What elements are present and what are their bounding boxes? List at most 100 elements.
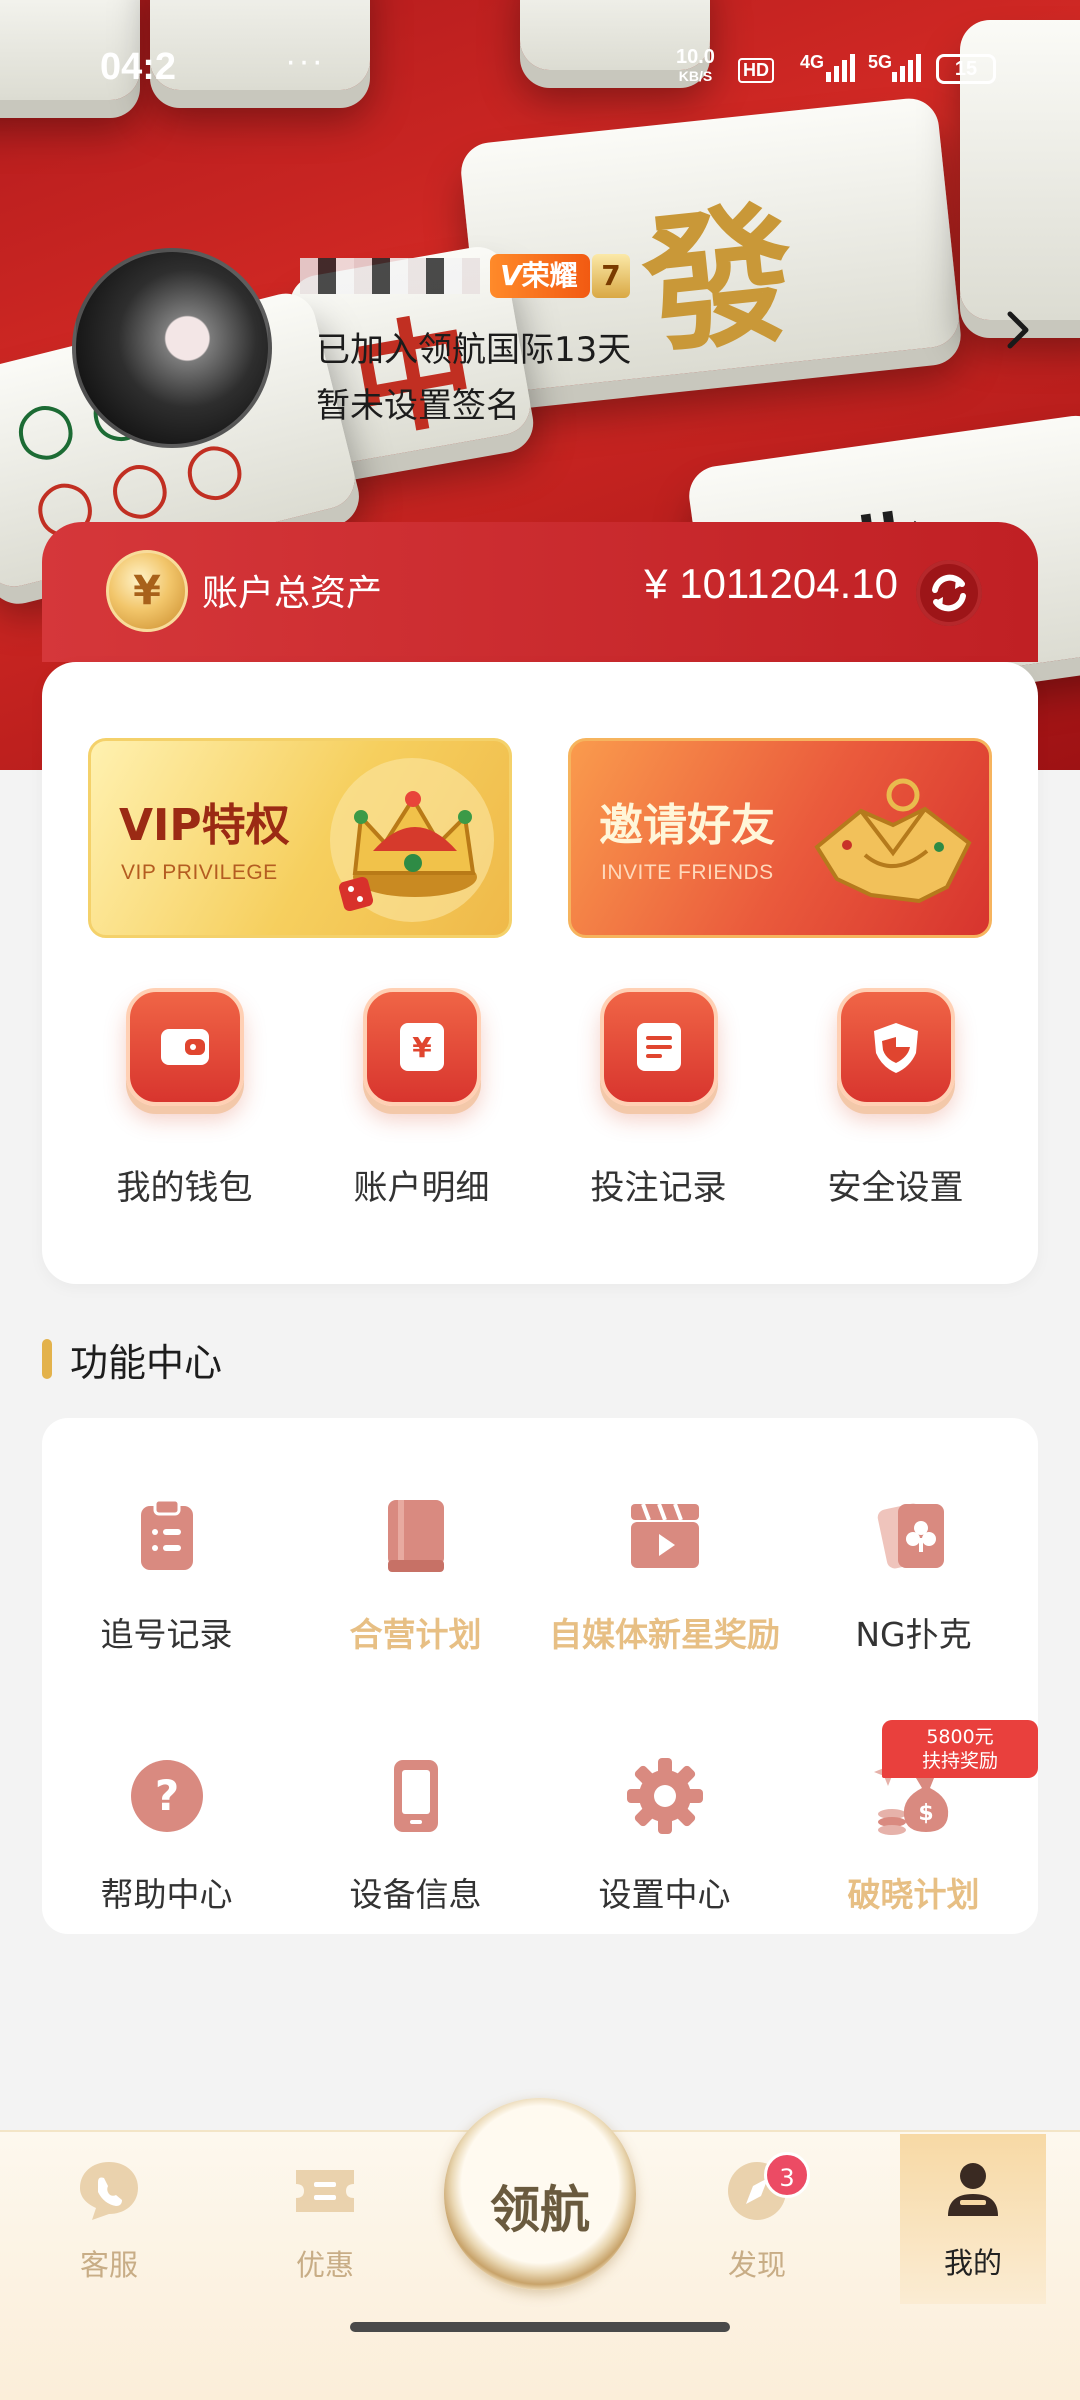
- home-indicator[interactable]: [350, 2322, 730, 2332]
- tab-me[interactable]: 我的: [900, 2134, 1046, 2304]
- tab-label: 我的: [943, 2246, 1002, 2280]
- vip-badge: V荣耀: [490, 254, 590, 298]
- shield-icon: [836, 988, 955, 1106]
- function-item-label: NG扑克: [855, 1615, 972, 1654]
- function-item-label: 设置中心: [598, 1875, 731, 1914]
- network-speed-unit: KB/S: [678, 68, 713, 84]
- status-bar: 04:2 ··· 10.0 KB/S HD 4G 5G 15: [0, 40, 1080, 100]
- invite-friends-title: 邀请好友: [599, 800, 775, 851]
- network-speed: 10.0 KB/S: [676, 46, 715, 85]
- refresh-icon: [932, 574, 966, 612]
- vip-privilege-title: VIP特权: [119, 800, 290, 851]
- function-item-settings-center[interactable]: 设置中心: [540, 1754, 789, 1916]
- quick-action-bet-records[interactable]: 投注记录: [540, 988, 777, 1209]
- quick-action-wallet[interactable]: 我的钱包: [66, 988, 303, 1209]
- ticket-icon: [296, 2170, 354, 2212]
- yen-document-icon: ¥: [362, 988, 481, 1106]
- status-time: 04:2: [100, 46, 177, 88]
- quick-actions-row: 我的钱包 ¥ 账户明细 投注记录 安全设置: [42, 988, 1038, 1209]
- wallet-icon: [125, 988, 244, 1106]
- function-item-ng-poker[interactable]: NG扑克: [789, 1494, 1038, 1656]
- gear-icon: [626, 1758, 703, 1834]
- signal-bars-icon: [826, 54, 855, 82]
- function-item-media-star-reward[interactable]: 自媒体新星奖励: [540, 1494, 789, 1656]
- quick-action-label: 投注记录: [590, 1168, 727, 1208]
- section-title-function-center: 功能中心: [42, 1336, 222, 1385]
- asset-summary-bar: ¥ 账户总资产 ¥ 1011204.10: [42, 522, 1038, 662]
- handshake-icon: [814, 778, 972, 904]
- book-icon: [387, 1500, 444, 1572]
- quick-action-label: 我的钱包: [116, 1168, 253, 1208]
- reward-badge-amount: 5800元: [926, 1726, 994, 1748]
- quick-actions-card: VIP特权 VIP PRIVILEGE 邀请好友 INVITE FRIENDS: [42, 662, 1038, 1284]
- vip-privilege-subtitle: VIP PRIVILEGE: [121, 861, 278, 884]
- svg-text:¥: ¥: [412, 1031, 432, 1064]
- network-speed-value: 10.0: [676, 46, 715, 68]
- tab-promotions[interactable]: 优惠: [270, 2158, 380, 2284]
- center-logo-button[interactable]: 领航: [444, 2098, 636, 2290]
- section-accent-bar: [42, 1339, 52, 1379]
- function-item-dawn-plan[interactable]: $ 破晓计划: [789, 1754, 1038, 1916]
- quick-action-account-details[interactable]: ¥ 账户明细: [303, 988, 540, 1209]
- signal-bars-icon: [892, 54, 921, 82]
- function-item-device-info[interactable]: 设备信息: [291, 1754, 540, 1916]
- function-item-label: 破晓计划: [847, 1875, 980, 1914]
- tab-label: 客服: [79, 2248, 138, 2282]
- battery-indicator: 15: [936, 54, 996, 84]
- svg-text:?: ?: [154, 1771, 178, 1820]
- asset-label: 账户总资产: [202, 573, 383, 614]
- user-icon: [948, 2163, 998, 2216]
- chat-icon: [80, 2162, 138, 2220]
- video-clapper-icon: [630, 1503, 699, 1568]
- record-icon: [599, 988, 718, 1106]
- signal-4g-label: 4G: [800, 52, 825, 72]
- function-item-label: 追号记录: [100, 1615, 233, 1654]
- vip-v-icon: V: [500, 259, 522, 292]
- phone-icon: [393, 1760, 438, 1832]
- signature-text: 暂未设置签名: [316, 386, 520, 426]
- avatar[interactable]: [72, 248, 272, 448]
- function-item-label: 帮助中心: [100, 1875, 233, 1914]
- invite-friends-banner[interactable]: 邀请好友 INVITE FRIENDS: [568, 738, 992, 938]
- center-logo-text: 领航: [490, 2180, 590, 2239]
- help-icon: ?: [130, 1760, 203, 1832]
- chevron-right-icon[interactable]: [996, 308, 1040, 352]
- reward-badge: 5800元 扶持奖励: [882, 1720, 1038, 1778]
- refresh-button[interactable]: [916, 560, 982, 626]
- notification-badge: 3: [764, 2152, 810, 2198]
- tab-customer-service[interactable]: 客服: [54, 2158, 164, 2284]
- function-grid: 追号记录 合营计划 自媒体新星奖励 NG扑克 ? 帮助中心 设备信息 设置中心 …: [42, 1418, 1038, 1934]
- function-item-label: 设备信息: [349, 1875, 482, 1914]
- function-item-chase-records[interactable]: 追号记录: [42, 1494, 291, 1656]
- quick-action-security[interactable]: 安全设置: [777, 988, 1014, 1209]
- nickname-redacted: [300, 258, 480, 294]
- crown-icon: [330, 758, 494, 922]
- asset-value: ¥ 1011204.10: [644, 560, 898, 607]
- hd-icon: HD: [738, 58, 774, 83]
- function-item-label: 合营计划: [349, 1615, 482, 1654]
- clipboard-icon: [140, 1498, 193, 1570]
- function-item-label: 自媒体新星奖励: [549, 1615, 780, 1654]
- invite-friends-subtitle: INVITE FRIENDS: [601, 861, 774, 884]
- coin-icon: ¥: [106, 550, 188, 632]
- status-more-icon: ···: [285, 42, 325, 80]
- function-item-partner-plan[interactable]: 合营计划: [291, 1494, 540, 1656]
- function-center-card: 追号记录 合营计划 自媒体新星奖励 NG扑克 ? 帮助中心 设备信息 设置中心 …: [42, 1418, 1038, 1934]
- function-item-help-center[interactable]: ? 帮助中心: [42, 1754, 291, 1916]
- joined-days-text: 已加入领航国际13天: [316, 330, 632, 370]
- signal-5g-label: 5G: [868, 52, 893, 72]
- quick-action-label: 安全设置: [827, 1168, 964, 1208]
- section-title-text: 功能中心: [70, 1340, 223, 1385]
- svg-text:$: $: [918, 1801, 933, 1826]
- vip-level: 7: [592, 254, 630, 298]
- bottom-tab-bar: 客服 优惠 领航 3 发现 我的: [0, 2098, 1080, 2400]
- profile-header[interactable]: V荣耀 7 已加入领航国际13天 暂未设置签名: [0, 240, 1080, 460]
- quick-action-label: 账户明细: [353, 1168, 490, 1208]
- poker-card-icon: [877, 1503, 944, 1569]
- vip-privilege-banner[interactable]: VIP特权 VIP PRIVILEGE: [88, 738, 512, 938]
- tab-discover[interactable]: 3 发现: [702, 2152, 812, 2284]
- tab-label: 发现: [727, 2248, 786, 2282]
- vip-title: 荣耀: [521, 259, 578, 292]
- tab-label: 优惠: [295, 2248, 354, 2282]
- reward-badge-text: 扶持奖励: [921, 1750, 998, 1772]
